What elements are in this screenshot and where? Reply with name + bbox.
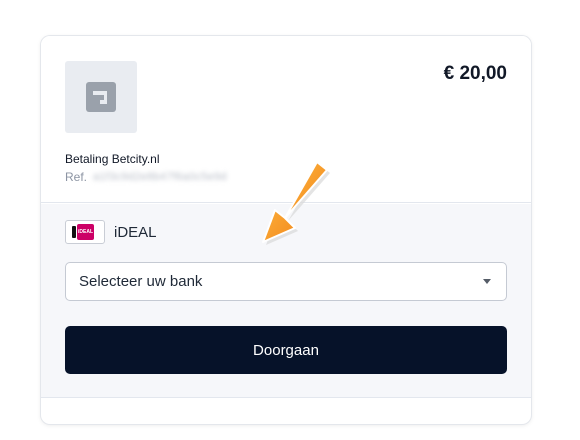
bank-select[interactable]: Selecteer uw bank bbox=[65, 262, 507, 301]
merchant-description: Betaling Betcity.nl bbox=[65, 152, 160, 166]
continue-button[interactable]: Doorgaan bbox=[65, 326, 507, 374]
payment-reference: Ref. a1f3c9d2e8b47f6a0c5e9d bbox=[65, 170, 227, 184]
ideal-badge-text: iDEAL bbox=[72, 224, 94, 240]
reference-label: Ref. bbox=[65, 170, 88, 184]
pointer-arrow-icon bbox=[262, 161, 330, 245]
merchant-logo-icon bbox=[86, 82, 116, 112]
bank-select-value: Selecteer uw bank bbox=[79, 273, 203, 290]
ideal-logo-icon: iDEAL bbox=[65, 220, 105, 244]
payment-method-label: iDEAL bbox=[114, 223, 157, 241]
payment-amount: € 20,00 bbox=[443, 63, 507, 84]
payment-method: iDEAL iDEAL bbox=[65, 220, 157, 244]
merchant-logo bbox=[65, 61, 137, 133]
reference-value: a1f3c9d2e8b47f6a0c5e9d bbox=[93, 171, 227, 183]
chevron-down-icon bbox=[483, 279, 491, 284]
